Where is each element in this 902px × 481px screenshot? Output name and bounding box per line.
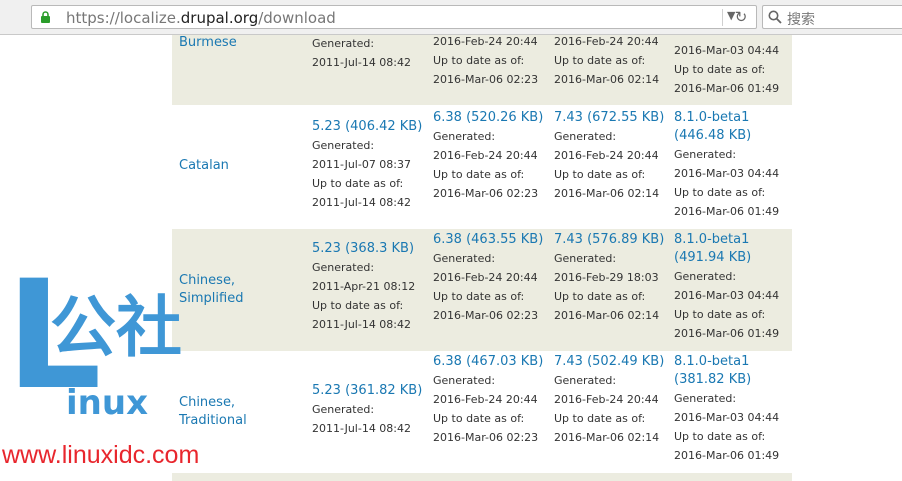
watermark-word: inux: [66, 383, 148, 423]
table-row-burmese: Burmese Generated: 2011-Jul-14 08:42 201…: [172, 35, 792, 105]
table-row-next: [172, 473, 792, 481]
release-cell: 8.1.0-beta1 (491.94 KB) Generated: 2016-…: [674, 231, 792, 343]
lock-icon: [41, 11, 50, 23]
download-link[interactable]: 7.43 (672.55 KB): [554, 109, 672, 127]
release-cell: 7.43 (576.89 KB) Generated: 2016-Feb-29 …: [554, 231, 672, 325]
release-cell: 7.43 (672.55 KB) Generated: 2016-Feb-24 …: [554, 109, 672, 203]
download-link[interactable]: 8.1.0-beta1 (446.48 KB): [674, 109, 792, 145]
table-row-catalan: Catalan 5.23 (406.42 KB) Generated: 2011…: [172, 105, 792, 229]
download-link[interactable]: 6.38 (463.55 KB): [433, 231, 551, 249]
watermark-title: 公社: [50, 289, 182, 366]
download-link[interactable]: 6.38 (467.03 KB): [433, 353, 551, 371]
release-cell: 5.23 (406.42 KB) Generated: 2011-Jul-07 …: [312, 118, 430, 212]
download-link[interactable]: 8.1.0-beta1 (381.82 KB): [674, 353, 792, 389]
url-separator: [722, 9, 723, 26]
download-link[interactable]: 8.1.0-beta1 (491.94 KB): [674, 231, 792, 267]
release-cell: 6.38 (467.03 KB) Generated: 2016-Feb-24 …: [433, 353, 551, 447]
address-bar[interactable]: https://localize.drupal.org/download ▼: [31, 5, 757, 29]
browser-toolbar: https://localize.drupal.org/download ▼ ↻…: [0, 0, 902, 35]
release-cell: 5.23 (368.3 KB) Generated: 2011-Apr-21 0…: [312, 240, 430, 334]
release-cell: 6.38 (520.26 KB) Generated: 2016-Feb-24 …: [433, 109, 551, 203]
download-table: Burmese Generated: 2011-Jul-14 08:42 201…: [172, 35, 792, 481]
table-row-chinese-traditional: Chinese, Traditional 5.23 (361.82 KB) Ge…: [172, 351, 792, 473]
reload-icon[interactable]: ↻: [728, 5, 754, 29]
release-cell: 8.1.0-beta1 (446.48 KB) Generated: 2016-…: [674, 109, 792, 221]
release-cell: 8.1.0-beta1 (381.82 KB) Generated: 2016-…: [674, 353, 792, 465]
release-cell: Generated: 2011-Jul-14 08:42: [312, 37, 412, 69]
download-link[interactable]: 7.43 (502.49 KB): [554, 353, 672, 371]
release-cell: 2016-Mar-03 04:44 Up to date as of: 2016…: [674, 44, 780, 95]
release-cell: 2016-Feb-24 20:44 Up to date as of: 2016…: [433, 35, 539, 86]
watermark: L 公社 inux www.linuxidc.com: [0, 261, 200, 481]
download-link[interactable]: 5.23 (406.42 KB): [312, 118, 430, 136]
language-name[interactable]: Catalan: [179, 157, 297, 175]
download-link[interactable]: 6.38 (520.26 KB): [433, 109, 551, 127]
search-bar[interactable]: 搜索: [762, 5, 902, 29]
release-cell: 7.43 (502.49 KB) Generated: 2016-Feb-24 …: [554, 353, 672, 447]
language-name[interactable]: Burmese: [179, 34, 297, 52]
download-link[interactable]: 5.23 (368.3 KB): [312, 240, 430, 258]
table-row-chinese-simplified: Chinese, Simplified 5.23 (368.3 KB) Gene…: [172, 229, 792, 351]
search-icon: [768, 10, 782, 24]
download-link[interactable]: 5.23 (361.82 KB): [312, 382, 430, 400]
release-cell: 5.23 (361.82 KB) Generated: 2011-Jul-14 …: [312, 382, 430, 438]
download-link[interactable]: 7.43 (576.89 KB): [554, 231, 672, 249]
search-placeholder: 搜索: [787, 12, 815, 28]
watermark-url: www.linuxidc.com: [2, 441, 200, 469]
url-text: https://localize.drupal.org/download: [66, 9, 336, 27]
release-cell: 2016-Feb-24 20:44 Up to date as of: 2016…: [554, 35, 660, 86]
release-cell: 6.38 (463.55 KB) Generated: 2016-Feb-24 …: [433, 231, 551, 325]
